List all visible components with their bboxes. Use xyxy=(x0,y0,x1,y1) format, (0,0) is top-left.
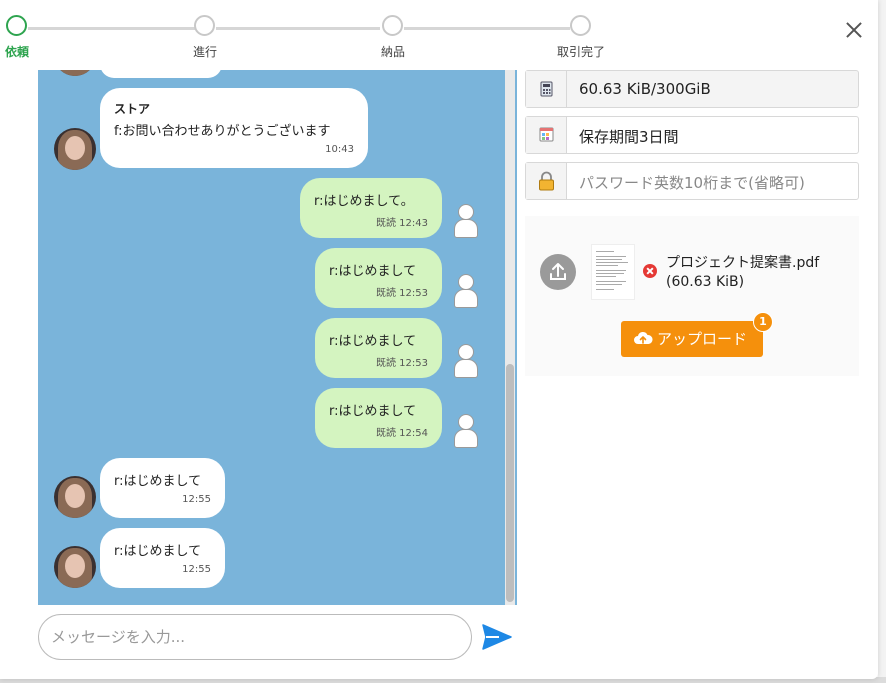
upload-icon[interactable] xyxy=(540,254,576,290)
chat-scrollbar-thumb[interactable] xyxy=(506,364,514,602)
message-text: r:はじめまして。 xyxy=(314,194,414,209)
step-connector xyxy=(216,27,380,30)
chat-message: r:はじめまして 12:55 xyxy=(100,458,225,518)
user-avatar-icon xyxy=(452,344,478,378)
message-sender: ストア xyxy=(114,102,151,116)
upload-button-label: アップロード xyxy=(657,330,748,348)
message-time: 10:43 xyxy=(325,144,354,155)
chat-message: r:はじめまして 既読 12:54 xyxy=(315,388,442,448)
step-connector xyxy=(404,27,570,30)
storage-capacity-value: 60.63 KiB/300GiB xyxy=(579,80,711,98)
step-3-label: 納品 xyxy=(380,45,406,59)
password-field[interactable]: パスワード英数10桁まで(省略可) xyxy=(525,162,859,200)
close-icon[interactable] xyxy=(842,18,866,42)
store-avatar xyxy=(54,128,96,170)
chat-message: r:はじめまして 既読 12:53 xyxy=(315,318,442,378)
step-4-label: 取引完了 xyxy=(556,45,606,59)
lock-icon xyxy=(526,163,567,199)
chat-message-partial xyxy=(100,70,222,78)
chat-message: r:はじめまして 12:55 xyxy=(100,528,225,588)
retention-period-row: 保存期間3日間 xyxy=(525,116,859,154)
message-time: 12:55 xyxy=(182,494,211,505)
store-avatar xyxy=(54,546,96,588)
step-connector xyxy=(28,27,208,30)
message-text: r:はじめまして xyxy=(329,264,417,279)
chat-message: r:はじめまして。 既読 12:43 xyxy=(300,178,442,238)
chat-message: r:はじめまして 既読 12:53 xyxy=(315,248,442,308)
step-4-circle xyxy=(570,15,591,36)
transaction-modal: 依頼 進行 納品 取引完了 ストア f:お問い合わせありがとうございます 10:… xyxy=(0,0,878,679)
file-size: (60.63 KiB) xyxy=(666,274,745,290)
step-2-label: 進行 xyxy=(192,45,218,59)
retention-period-value: 保存期間3日間 xyxy=(579,128,679,146)
background-page-edge xyxy=(878,0,886,683)
user-avatar-icon xyxy=(452,274,478,308)
cloud-upload-icon xyxy=(634,331,653,344)
upload-button[interactable]: アップロード xyxy=(621,321,763,357)
message-text: r:はじめまして xyxy=(114,544,202,559)
upload-count-badge: 1 xyxy=(753,312,773,332)
message-time: 既読 12:53 xyxy=(376,288,428,299)
message-text: f:お問い合わせありがとうございます xyxy=(114,124,331,139)
step-3-circle xyxy=(382,15,403,36)
store-avatar xyxy=(54,476,96,518)
message-text: r:はじめまして xyxy=(114,474,202,489)
chat-panel[interactable]: ストア f:お問い合わせありがとうございます 10:43 r:はじめまして。 既… xyxy=(38,70,517,605)
pdf-thumbnail xyxy=(591,244,635,300)
password-placeholder: パスワード英数10桁まで(省略可) xyxy=(579,174,805,192)
step-2-circle xyxy=(194,15,215,36)
storage-capacity-row: 60.63 KiB/300GiB xyxy=(525,70,859,108)
step-1-circle xyxy=(6,15,27,36)
message-time: 既読 12:53 xyxy=(376,358,428,369)
message-text: r:はじめまして xyxy=(329,334,417,349)
message-input-placeholder: メッセージを入力... xyxy=(51,628,186,646)
send-icon[interactable] xyxy=(481,622,513,652)
progress-stepper: 依頼 進行 納品 取引完了 xyxy=(0,0,878,70)
message-time: 既読 12:54 xyxy=(376,428,428,439)
calculator-icon xyxy=(526,71,567,107)
file-name: プロジェクト提案書.pdf xyxy=(666,255,820,271)
user-avatar-icon xyxy=(452,204,478,238)
user-avatar-icon xyxy=(452,414,478,448)
message-text: r:はじめまして xyxy=(329,404,417,419)
message-time: 12:55 xyxy=(182,564,211,575)
file-upload-area[interactable]: プロジェクト提案書.pdf (60.63 KiB) アップロード 1 xyxy=(525,216,859,376)
step-1-label: 依頼 xyxy=(4,45,30,59)
store-avatar xyxy=(54,70,96,76)
remove-file-icon[interactable] xyxy=(643,264,657,278)
message-time: 既読 12:43 xyxy=(376,218,428,229)
message-input[interactable]: メッセージを入力... xyxy=(38,614,472,660)
chat-message: ストア f:お問い合わせありがとうございます 10:43 xyxy=(100,88,368,168)
calendar-icon xyxy=(526,117,567,153)
